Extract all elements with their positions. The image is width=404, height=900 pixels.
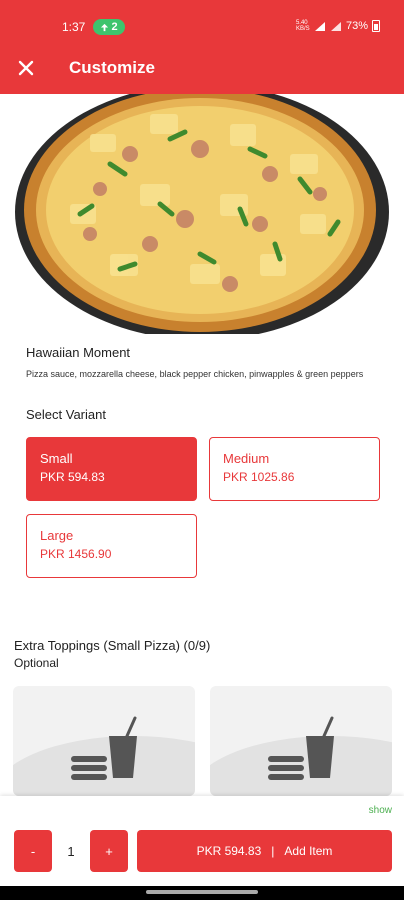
system-nav-bar [0,886,404,900]
app-bar: Customize [0,44,404,94]
variant-small[interactable]: Small PKR 594.83 [26,437,197,501]
pizza-illustration [15,94,389,334]
variant-large[interactable]: Large PKR 1456.90 [26,514,197,578]
item-description: Pizza sauce, mozzarella cheese, black pe… [26,369,364,379]
upload-icon [101,23,109,31]
wifi-icon [314,21,325,31]
notification-pill: 2 [93,19,125,35]
variant-heading: Select Variant [26,407,106,422]
variant-medium[interactable]: Medium PKR 1025.86 [209,437,380,501]
close-button[interactable] [12,54,40,82]
variant-price: PKR 594.83 [40,470,105,484]
network-speed: 5.40 KB/S [295,20,310,32]
toppings-heading: Extra Toppings (Small Pizza) (0/9) [14,638,211,653]
item-name: Hawaiian Moment [26,345,131,360]
status-time: 1:37 [62,20,86,34]
topping-card[interactable] [210,686,392,796]
add-item-label: Add Item [284,844,333,858]
close-icon [18,60,34,76]
signal-icon [330,21,341,31]
toppings-optional-label: Optional [14,656,59,670]
variant-name: Medium [223,451,270,466]
battery-percent: 73% [345,20,368,32]
notification-count: 2 [111,21,118,33]
show-link[interactable]: show [369,805,392,816]
page-title: Customize [69,58,155,77]
variant-price: PKR 1456.90 [40,547,112,561]
add-item-button[interactable]: PKR 594.83 | Add Item [137,830,392,872]
decrease-quantity-button[interactable]: - [14,830,52,872]
variant-name: Large [40,528,74,543]
battery-icon [372,20,380,32]
pizza-image [0,94,404,334]
quantity-value: 1 [67,843,75,859]
separator: | [271,844,275,858]
variant-name: Small [40,451,73,466]
topping-card[interactable] [13,686,195,796]
increase-quantity-button[interactable]: + [90,830,128,872]
burger-drink-placeholder-icon [210,716,392,796]
home-handle[interactable] [146,890,258,894]
status-right: 5.40 KB/S 73% [296,20,380,32]
status-bar: 1:37 2 5.40 KB/S 73% [0,0,404,44]
burger-drink-placeholder-icon [13,716,195,796]
total-price: PKR 594.83 [196,844,262,858]
bottom-action-bar: show - 1 + PKR 594.83 | Add Item [0,796,404,886]
variant-price: PKR 1025.86 [223,470,295,484]
